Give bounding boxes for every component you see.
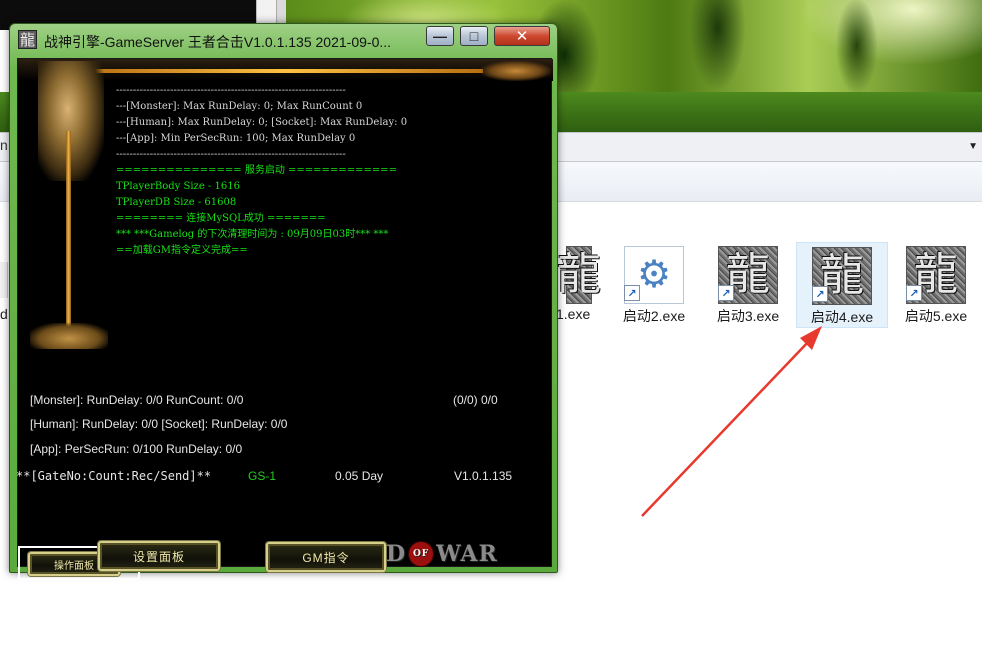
dragon-pillar-ornament [30,61,108,351]
log-line: ==加载GM指令定义完成== [116,245,248,256]
logo-right-text: WAR [436,541,498,567]
file-item-qidong5[interactable]: 龍 ↗ 启动5.exe [890,242,982,328]
minimize-icon: — [433,28,447,44]
close-icon: ✕ [515,27,529,45]
file-label: 启动4.exe [810,309,874,325]
status-app: [App]: PerSecRun: 0/100 RunDelay: 0/0 [30,442,243,456]
dragon-endcap-ornament [481,61,551,81]
window-title: 战神引擎-GameServer 王者合击V1.0.1.135 2021-09-0… [44,34,392,50]
god-of-war-logo: D OF WAR [386,540,516,568]
address-dropdown-icon[interactable]: ▼ [968,141,978,152]
log-line: =============== 服务启动 ============= [116,165,397,176]
file-label: 启动2.exe [622,308,686,324]
dragon-glyph-icon: 龍 ↗ [906,246,966,304]
dragon-glyph-icon: 龍 ↗ [718,246,778,304]
log-line: *** ***Gamelog 的下次清理时间为 : 09月09日03时*** *… [116,229,389,240]
shortcut-overlay-icon: ↗ [812,286,828,302]
shortcut-overlay-icon: ↗ [624,285,640,301]
log-line: TPlayerBody Size - 1616 [116,181,240,192]
file-item-qidong2[interactable]: ⚙ ↗ 启动2.exe [608,242,700,328]
gear-config-icon: ⚙ ↗ [624,246,684,304]
close-button[interactable]: ✕ [494,26,550,46]
maximize-icon: □ [469,28,479,44]
gm-command-button[interactable]: GM指令 [266,542,386,572]
file-item-qidong3[interactable]: 龍 ↗ 启动3.exe [702,242,794,328]
address-bar-text: n [0,137,8,153]
log-line: ----------------------------------------… [116,149,346,160]
log-line: ---[Human]: Max RunDelay: 0; [Socket]: M… [116,117,408,128]
gold-rail [88,69,483,73]
file-item-qidong4[interactable]: 龍 ↗ 启动4.exe [796,242,888,328]
gear-glyph: ⚙ [636,254,672,296]
log-line: ----------------------------------------… [116,85,346,96]
status-human: [Human]: RunDelay: 0/0 [Socket]: RunDela… [30,417,288,431]
uptime-value: 0.05 Day [335,469,384,483]
dragon-base [30,323,108,349]
shortcut-overlay-icon: ↗ [718,285,734,301]
app-dragon-icon: 龍 [18,30,37,49]
status-monster: [Monster]: RunDelay: 0/0 RunCount: 0/0 [30,393,244,407]
file-label: 启动3.exe [716,308,780,324]
dragon-glyph-icon: 龍 [557,246,601,304]
log-line: ---[Monster]: Max RunDelay: 0; Max RunCo… [116,101,363,112]
partial-file-label: d [0,306,8,322]
log-line: TPlayerDB Size - 61608 [116,197,237,208]
dragon-glyph: 龍 [557,249,601,300]
status-monster-counts: (0/0) 0/0 [453,393,498,407]
version-value: V1.0.1.135 [454,469,513,483]
logo-of-badge: OF [408,541,435,567]
gameserver-window[interactable]: 龍 战神引擎-GameServer 王者合击V1.0.1.135 2021-09… [9,23,558,580]
log-line: ======== 连接MySQL成功 ======= [116,213,326,224]
maximize-button[interactable]: □ [460,26,488,46]
gameserver-client-area: ----------------------------------------… [16,58,553,580]
window-titlebar[interactable]: 龍 战神引擎-GameServer 王者合击V1.0.1.135 2021-09… [10,24,557,54]
minimize-button[interactable]: — [426,26,454,46]
settings-panel-button[interactable]: 设置面板 [98,541,220,571]
gate-label: **[GateNo:Count:Rec/Send]** [16,469,212,483]
logo-left-text: D [386,541,407,567]
gate-server-name: GS-1 [248,469,277,483]
dragon-head [38,61,104,181]
log-line: ---[App]: Min PerSecRun: 100; Max RunDel… [116,133,356,144]
server-log: ----------------------------------------… [116,83,546,259]
dragon-glyph-icon: 龍 ↗ [812,247,872,305]
file-label: 启动5.exe [904,308,968,324]
shortcut-overlay-icon: ↗ [906,285,922,301]
dragon-pole [66,131,71,341]
partial-file-icon[interactable] [0,262,8,298]
